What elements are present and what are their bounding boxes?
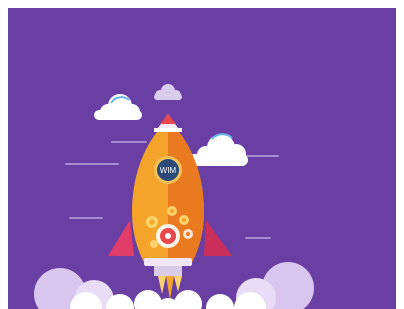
image-frame: WIM [0, 0, 404, 309]
rocket-window-badge: WIM [154, 156, 182, 184]
rocket-launch-illustration: WIM [8, 8, 396, 309]
badge-label: WIM [160, 166, 177, 175]
